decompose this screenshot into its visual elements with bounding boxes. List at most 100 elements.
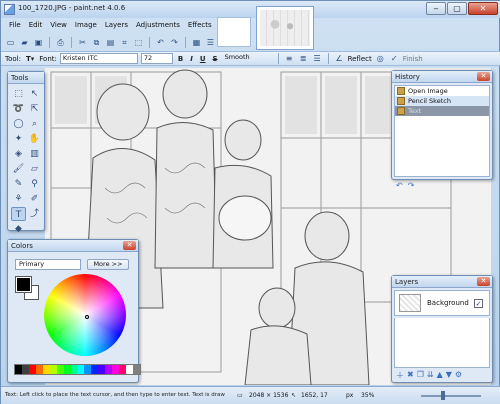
palette-swatch[interactable] <box>49 365 57 374</box>
palette-swatch[interactable] <box>42 365 50 374</box>
lasso-select-icon[interactable]: ➰ <box>11 102 26 116</box>
image-tab-blank[interactable] <box>217 17 251 47</box>
palette-swatch[interactable] <box>132 365 140 374</box>
new-icon[interactable]: ▭ <box>5 37 16 48</box>
history-item[interactable]: Pencil Sketch <box>395 96 489 106</box>
palette-swatch[interactable] <box>15 365 22 374</box>
history-close-button[interactable]: ✕ <box>477 72 490 81</box>
palette-swatch[interactable] <box>91 365 99 374</box>
finish-icon[interactable]: ✓ <box>389 53 400 64</box>
finish-button[interactable]: Finish <box>403 55 423 63</box>
font-select[interactable]: Kristen ITC <box>59 53 138 64</box>
move-layer-down-icon[interactable]: ▼ <box>446 370 452 381</box>
rectangle-select-icon[interactable]: ⬚ <box>11 87 26 101</box>
palette-swatch[interactable] <box>112 365 120 374</box>
layers-panel-header[interactable]: Layers ✕ <box>392 276 492 288</box>
more-colors-button[interactable]: More >> <box>87 259 129 270</box>
save-icon[interactable]: ▣ <box>33 37 44 48</box>
blend-mode-icon[interactable]: ∠ <box>334 53 345 64</box>
strikethrough-button[interactable]: S <box>211 55 220 63</box>
history-panel-header[interactable]: History ✕ <box>392 71 492 83</box>
menu-adjustments[interactable]: Adjustments <box>132 20 184 30</box>
align-right-icon[interactable]: ☰ <box>312 53 323 64</box>
menu-edit[interactable]: Edit <box>25 20 47 30</box>
colors-close-button[interactable]: ✕ <box>123 241 136 250</box>
palette-swatch[interactable] <box>35 365 43 374</box>
menu-effects[interactable]: Effects <box>184 20 216 30</box>
palette-swatch[interactable] <box>126 365 133 374</box>
minimize-button[interactable]: ‒ <box>426 2 446 15</box>
zoom-slider-track[interactable] <box>421 395 481 397</box>
move-selection-icon[interactable]: ⇱ <box>27 102 42 116</box>
grid-icon[interactable]: ▦ <box>191 37 202 48</box>
color-mode-select[interactable]: Primary <box>15 259 81 270</box>
pencil-icon[interactable]: ✎ <box>11 177 26 191</box>
image-tab-thumbnail[interactable] <box>256 6 314 50</box>
menu-view[interactable]: View <box>46 20 71 30</box>
menu-file[interactable]: File <box>5 20 25 30</box>
palette-swatch[interactable] <box>119 365 126 374</box>
menu-image[interactable]: Image <box>71 20 101 30</box>
shapes-icon[interactable]: ◆ <box>11 222 26 236</box>
tools-panel-header[interactable]: Tools <box>8 72 44 84</box>
move-selected-icon[interactable]: ↖ <box>27 87 42 101</box>
eraser-icon[interactable]: ▱ <box>27 162 42 176</box>
open-icon[interactable]: ▰ <box>19 37 30 48</box>
palette-swatch[interactable] <box>56 365 64 374</box>
line-curve-icon[interactable]: ⤴ <box>27 207 42 221</box>
color-picker-icon[interactable]: ⚲ <box>27 177 42 191</box>
palette-swatch[interactable] <box>84 365 92 374</box>
menu-layers[interactable]: Layers <box>101 20 132 30</box>
palette-swatch[interactable] <box>105 365 113 374</box>
pan-icon[interactable]: ✋ <box>27 132 42 146</box>
tool-picker-icon[interactable]: T▾ <box>24 55 36 63</box>
add-layer-icon[interactable]: ＋ <box>396 370 404 381</box>
layer-visibility-checkbox[interactable]: ✓ <box>474 299 483 308</box>
options-icon[interactable]: ◎ <box>375 53 386 64</box>
move-layer-up-icon[interactable]: ▲ <box>437 370 443 381</box>
magic-wand-icon[interactable]: ✦ <box>11 132 26 146</box>
paint-bucket-icon[interactable]: ◈ <box>11 147 26 161</box>
palette-swatch[interactable] <box>70 365 78 374</box>
history-redo-icon[interactable]: ↷ <box>408 181 415 190</box>
zoom-select[interactable]: 35% <box>361 392 374 399</box>
duplicate-layer-icon[interactable]: ❐ <box>417 370 424 381</box>
palette-swatch[interactable] <box>28 365 36 374</box>
antialias-select[interactable]: Smooth <box>223 53 273 64</box>
palette-swatch[interactable] <box>98 365 106 374</box>
text-tool-icon[interactable]: T <box>11 207 26 221</box>
primary-color-swatch[interactable] <box>15 276 32 293</box>
recolor-icon[interactable]: ✐ <box>27 192 42 206</box>
bold-button[interactable]: B <box>176 55 185 63</box>
close-button[interactable]: ✕ <box>468 2 498 15</box>
color-wheel-cursor[interactable] <box>85 315 89 319</box>
underline-button[interactable]: U <box>198 55 208 63</box>
units-select[interactable]: px <box>346 392 353 399</box>
undo-icon[interactable]: ↶ <box>155 37 166 48</box>
deselect-icon[interactable]: ⬚ <box>133 37 144 48</box>
layer-row[interactable]: Background ✓ <box>394 290 490 316</box>
align-center-icon[interactable]: ≣ <box>298 53 309 64</box>
italic-button[interactable]: I <box>188 55 195 63</box>
paste-icon[interactable]: ▤ <box>105 37 116 48</box>
history-undo-icon[interactable]: ↶ <box>396 181 403 190</box>
paintbrush-icon[interactable]: 🖌 <box>11 162 26 176</box>
palette-swatch[interactable] <box>63 365 71 374</box>
merge-layer-icon[interactable]: ⇊ <box>427 370 434 381</box>
settings-icon[interactable]: ☰ <box>205 37 216 48</box>
title-bar[interactable]: 100_1720.JPG - paint.net 4.0.6 ‒ ▢ ✕ <box>1 1 500 18</box>
gradient-icon[interactable]: ▥ <box>27 147 42 161</box>
clone-stamp-icon[interactable]: ⚘ <box>11 192 26 206</box>
history-item[interactable]: Text <box>395 106 489 116</box>
zoom-slider-thumb[interactable] <box>441 391 445 400</box>
layer-properties-icon[interactable]: ⚙ <box>455 370 462 381</box>
color-palette[interactable] <box>14 364 141 375</box>
colors-panel-header[interactable]: Colors ✕ <box>8 240 138 252</box>
palette-swatch[interactable] <box>77 365 85 374</box>
redo-icon[interactable]: ↷ <box>169 37 180 48</box>
delete-layer-icon[interactable]: ✖ <box>407 370 414 381</box>
zoom-icon[interactable]: ⌕ <box>27 117 42 131</box>
font-size-select[interactable]: 72 <box>140 53 173 64</box>
ellipse-select-icon[interactable]: ◯ <box>11 117 26 131</box>
crop-icon[interactable]: ⌗ <box>119 37 130 48</box>
